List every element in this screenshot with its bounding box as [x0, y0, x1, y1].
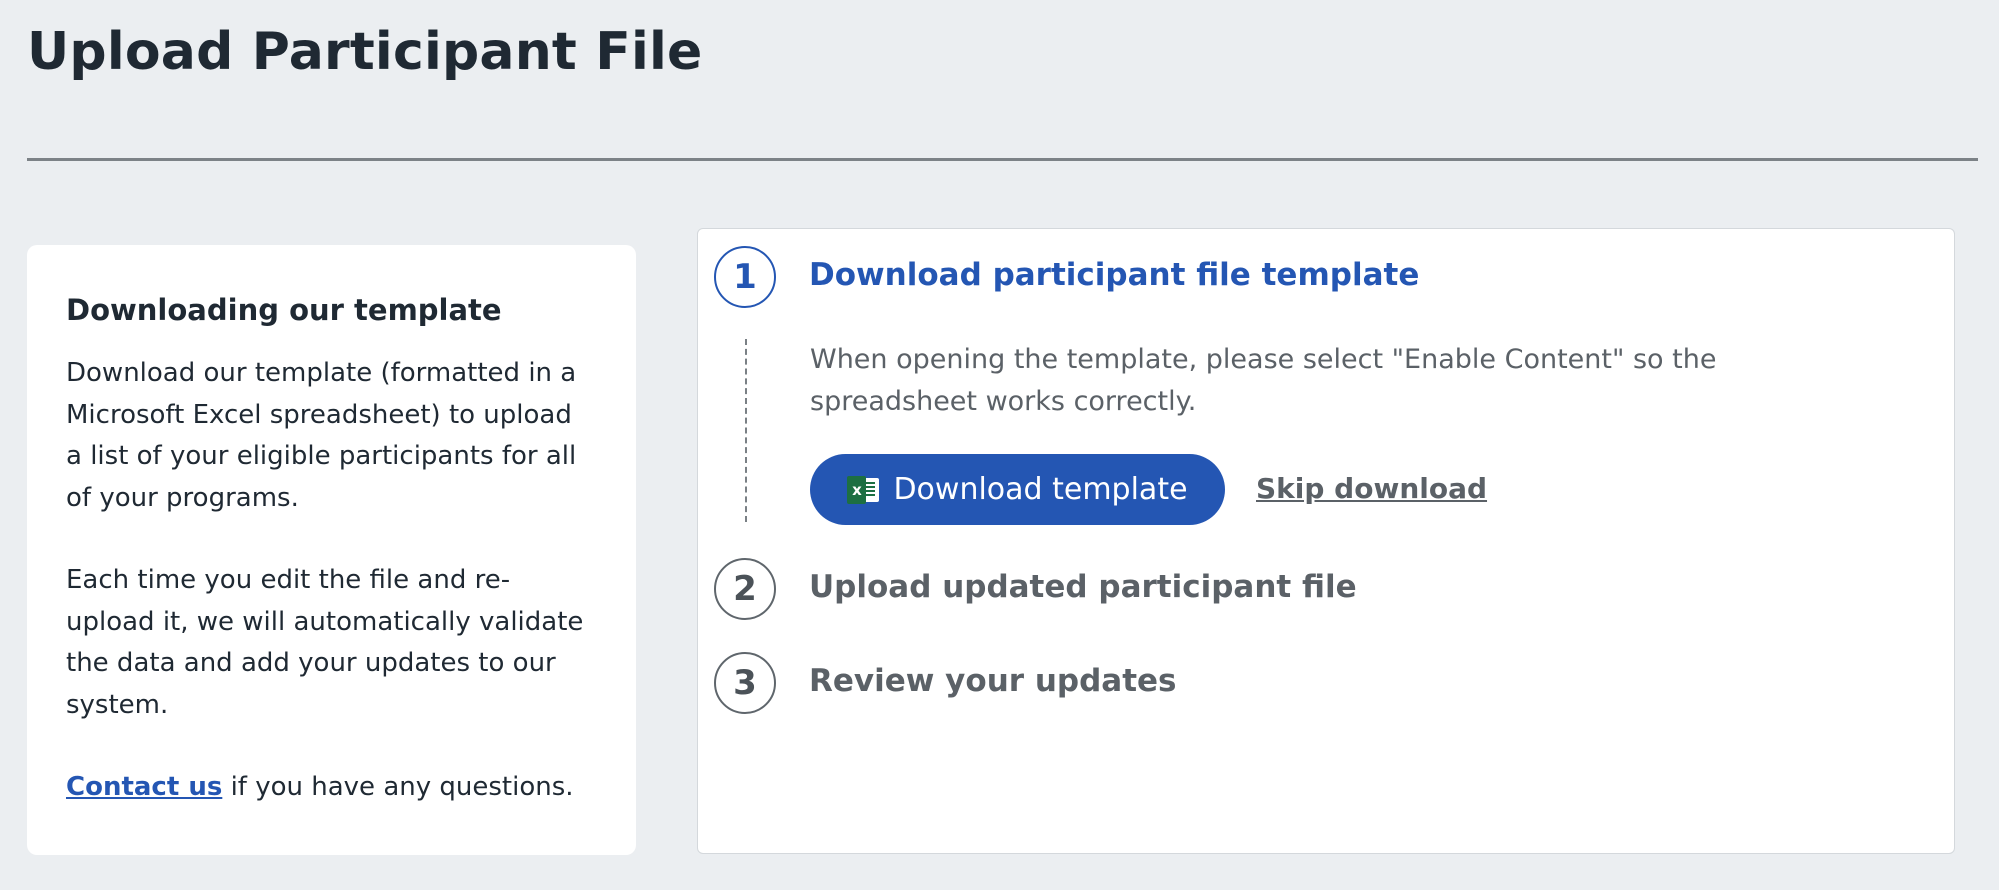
header-divider: [27, 158, 1978, 161]
step-2-title: Upload updated participant file: [809, 569, 1357, 605]
info-paragraph-2: Each time you edit the file and re-uploa…: [66, 565, 584, 720]
info-heading: Downloading our template: [66, 293, 502, 327]
step-3-title: Review your updates: [809, 663, 1177, 699]
step-connector: [745, 339, 747, 522]
contact-us-link[interactable]: Contact us: [66, 772, 222, 802]
download-template-label: Download template: [893, 472, 1188, 507]
download-template-button[interactable]: x Download template: [810, 454, 1225, 525]
page-title: Upload Participant File: [27, 22, 703, 82]
template-info-card: Downloading our template Download our te…: [27, 245, 636, 855]
contact-line: Contact us if you have any questions.: [66, 767, 596, 809]
step-2-number: 2: [714, 558, 776, 620]
step-1-title: Download participant file template: [809, 257, 1420, 293]
step-1-number: 1: [714, 246, 776, 308]
contact-suffix: if you have any questions.: [222, 772, 574, 802]
steps-card: 1 Download participant file template Whe…: [697, 228, 1955, 854]
step-3-number: 3: [714, 652, 776, 714]
info-paragraph-1: Download our template (formatted in a Mi…: [66, 358, 577, 513]
excel-icon: x: [847, 475, 880, 504]
step-1-description: When opening the template, please select…: [810, 344, 1717, 417]
skip-download-link[interactable]: Skip download: [1256, 472, 1487, 505]
